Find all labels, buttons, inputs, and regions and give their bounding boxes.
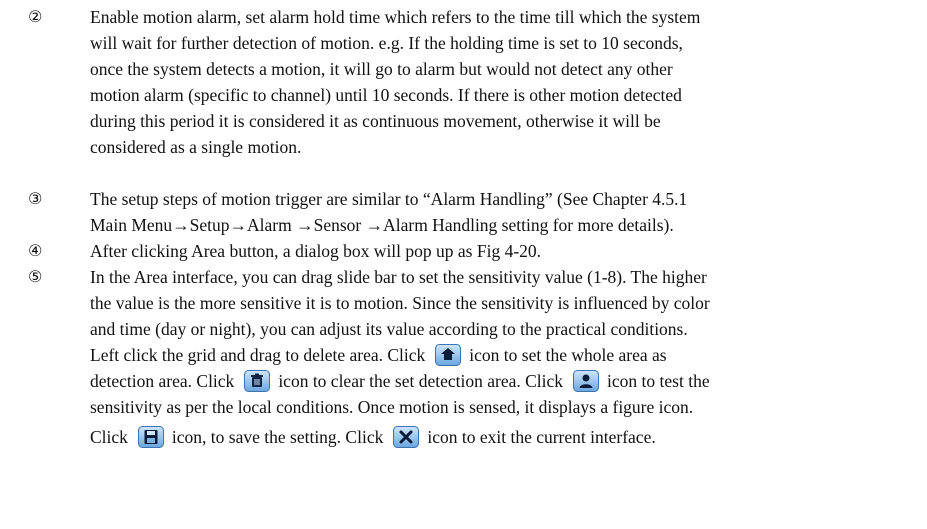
save-floppy-icon (137, 426, 164, 448)
text-line: Enable motion alarm, set alarm hold time… (90, 7, 701, 27)
text-line: the value is the more sensitive it is to… (90, 293, 710, 313)
text-line-with-icon: Click icon, to save the setting. Click i… (90, 420, 908, 454)
list-item-2: ② Enable motion alarm, set alarm hold ti… (28, 4, 908, 160)
text-line: considered as a single motion. (90, 137, 302, 157)
list-item-5: ⑤ In the Area interface, you can drag sl… (28, 264, 908, 454)
clear-trash-icon (244, 370, 271, 392)
exit-close-icon (393, 426, 420, 448)
text-line: and time (day or night), you can adjust … (90, 319, 688, 339)
text-line-with-icon: Left click the grid and drag to delete a… (90, 342, 908, 368)
text-line: motion alarm (specific to channel) until… (90, 85, 682, 105)
text-segment: icon to exit the current interface. (427, 427, 656, 447)
text-line: In the Area interface, you can drag slid… (90, 267, 707, 287)
list-item-4: ④ After clicking Area button, a dialog b… (28, 238, 908, 264)
text-line: once the system detects a motion, it wil… (90, 59, 673, 79)
text-line: The setup steps of motion trigger are si… (90, 189, 688, 209)
item-number: ④ (28, 241, 43, 260)
text-segment: Left click the grid and drag to delete a… (90, 345, 426, 365)
text-line: will wait for further detection of motio… (90, 33, 683, 53)
text-line-with-icon: detection area. Click icon to clear the … (90, 368, 908, 394)
text-segment: icon to test the (607, 371, 710, 391)
item-number: ⑤ (28, 267, 43, 286)
text-segment: icon, to save the setting. Click (171, 427, 384, 447)
item-number: ② (28, 7, 43, 26)
list-item-3: ③ The setup steps of motion trigger are … (28, 186, 908, 238)
item-number: ③ (28, 189, 43, 208)
text-line: Main Menu→Setup→Alarm →Sensor →Alarm Han… (90, 215, 674, 235)
document-page: ② Enable motion alarm, set alarm hold ti… (0, 0, 927, 529)
text-line: during this period it is considered it a… (90, 111, 661, 131)
text-line: After clicking Area button, a dialog box… (90, 241, 542, 261)
select-all-area-icon (435, 344, 462, 366)
text-line: sensitivity as per the local conditions.… (90, 397, 694, 417)
test-person-icon (573, 370, 600, 392)
text-segment: icon to clear the set detection area. Cl… (278, 371, 564, 391)
text-segment: Click (90, 427, 128, 447)
text-segment: icon to set the whole area as (469, 345, 667, 365)
text-segment: detection area. Click (90, 371, 235, 391)
